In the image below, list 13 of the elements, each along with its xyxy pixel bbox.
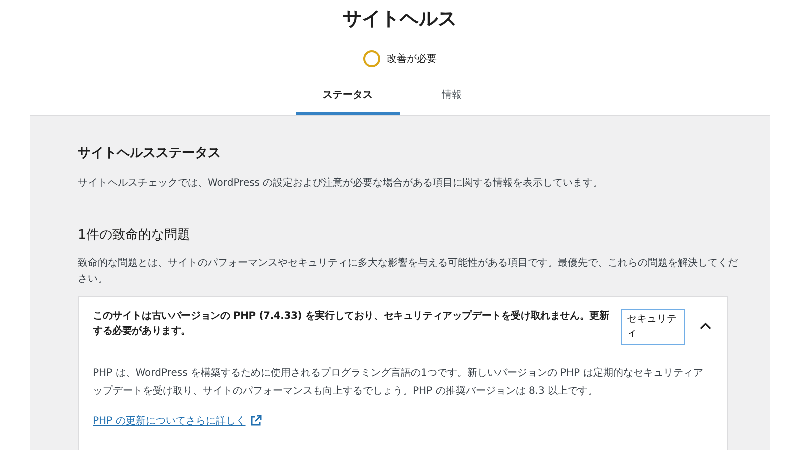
page-title: サイトヘルス (343, 7, 457, 32)
chevron-icon[interactable] (699, 321, 713, 331)
critical-description: 致命的な問題とは、サイトのパフォーマンスやセキュリティに多大な影響を与える可能性がある項目です。最優先で、これらの問題を解決してください。 (78, 256, 738, 287)
external-link-icon[interactable] (250, 415, 262, 427)
critical-heading: 1件の致命的な問題 (78, 227, 192, 244)
issue-description: PHP は、WordPress を構築するために使用されるプログラミング言語の1つです。新しいバージョンの PHP は定期的なセキュリティアップデートを受け取り、サイトのパフォーマンスも向上するでしょう。PHP の推奨バージョンは 8.3 以上です。 (93, 366, 704, 399)
issue-title[interactable]: このサイトは古いバージョンの PHP (7.4.33) を実行しており、セキュリティアップデートを受け取れません。更新する必要があります。 (93, 309, 616, 339)
tab[interactable]: 情報 (400, 78, 504, 115)
section-title: サイトヘルスステータス (78, 145, 222, 162)
status-label: 改善が必要 (387, 52, 437, 66)
section-description: サイトヘルスチェックでは、WordPress の設定および注意が必要な場合がある項目に関する情報を表示しています。 (78, 176, 604, 191)
category-tag: セキュリティ (621, 309, 686, 345)
learn-more-link[interactable]: PHP の更新についてさらに詳しく (93, 414, 262, 428)
